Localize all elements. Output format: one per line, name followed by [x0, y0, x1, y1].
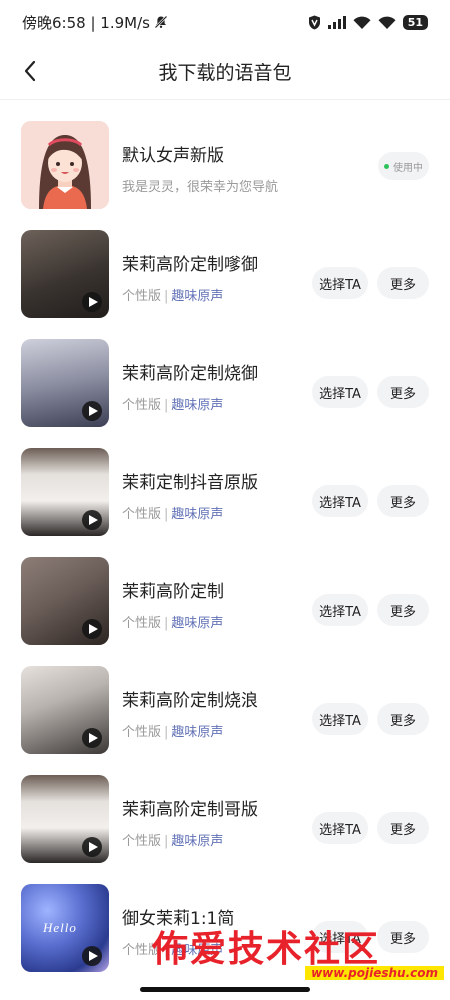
voice-meta: 个性版 | 趣味原声 — [122, 394, 223, 413]
more-button[interactable]: 更多 — [377, 267, 429, 299]
separator: | — [164, 398, 169, 413]
play-icon[interactable] — [82, 619, 102, 639]
select-voice-button[interactable]: 选择TA — [312, 812, 368, 844]
play-icon[interactable] — [82, 401, 102, 421]
in-use-badge: 使用中 — [378, 152, 429, 180]
voice-tag-link[interactable]: 趣味原声 — [171, 507, 223, 522]
select-voice-button[interactable]: 选择TA — [312, 594, 368, 626]
voice-meta: 个性版 | 趣味原声 — [122, 285, 223, 304]
more-button[interactable]: 更多 — [377, 812, 429, 844]
page-title: 我下载的语音包 — [158, 62, 292, 84]
voice-title: 茉莉高阶定制烧浪 — [122, 691, 258, 711]
voice-meta: 个性版 | 趣味原声 — [122, 612, 223, 631]
voice-thumbnail[interactable]: Hello — [21, 884, 109, 972]
home-indicator[interactable] — [140, 987, 310, 992]
voice-type: 个性版 — [122, 616, 162, 631]
voice-meta: 个性版 | 趣味原声 — [122, 503, 223, 522]
play-icon[interactable] — [82, 946, 102, 966]
play-icon[interactable] — [82, 510, 102, 530]
status-time-speed: 傍晚6:58 | 1.9M/s — [22, 13, 150, 32]
list-item[interactable]: 茉莉高阶定制烧御 个性版 | 趣味原声 选择TA 更多 — [0, 318, 450, 427]
play-icon[interactable] — [82, 837, 102, 857]
voice-title: 茉莉高阶定制 — [122, 582, 224, 602]
more-button[interactable]: 更多 — [377, 485, 429, 517]
watermark-url: www.pojieshu.com — [305, 966, 444, 980]
status-bar: 傍晚6:58 | 1.9M/s 51 — [0, 0, 450, 44]
voice-tag-link[interactable]: 趣味原声 — [171, 616, 223, 631]
select-voice-button[interactable]: 选择TA — [312, 485, 368, 517]
select-voice-button[interactable]: 选择TA — [312, 703, 368, 735]
vpn-icon — [308, 15, 321, 30]
watermark: 佈爱技术社区 www.pojieshu.com — [150, 920, 450, 986]
select-voice-button[interactable]: 选择TA — [312, 267, 368, 299]
voice-tag-link[interactable]: 趣味原声 — [171, 834, 223, 849]
list-item-default-voice[interactable]: 默认女声新版 我是灵灵，很荣幸为您导航 使用中 — [0, 100, 450, 209]
battery-icon: 51 — [402, 14, 428, 30]
mute-bell-icon — [154, 15, 168, 29]
list-item[interactable]: 茉莉高阶定制哥版 个性版 | 趣味原声 选择TA 更多 — [0, 754, 450, 863]
back-arrow-icon[interactable] — [16, 56, 44, 86]
list-item[interactable]: 茉莉高阶定制 个性版 | 趣味原声 选择TA 更多 — [0, 536, 450, 645]
list-item[interactable]: 茉莉高阶定制嗲御 个性版 | 趣味原声 选择TA 更多 — [0, 209, 450, 318]
voice-type: 个性版 — [122, 834, 162, 849]
more-button[interactable]: 更多 — [377, 703, 429, 735]
voice-thumbnail[interactable] — [21, 448, 109, 536]
list-item[interactable]: 茉莉高阶定制烧浪 个性版 | 趣味原声 选择TA 更多 — [0, 645, 450, 754]
more-button[interactable]: 更多 — [377, 594, 429, 626]
select-voice-button[interactable]: 选择TA — [312, 376, 368, 408]
voice-tag-link[interactable]: 趣味原声 — [171, 398, 223, 413]
list-item[interactable]: 茉莉定制抖音原版 个性版 | 趣味原声 选择TA 更多 — [0, 427, 450, 536]
wifi-icon — [353, 16, 371, 29]
voice-meta: 个性版 | 趣味原声 — [122, 830, 223, 849]
signal-icon — [327, 15, 346, 29]
voice-thumbnail[interactable] — [21, 666, 109, 754]
separator: | — [164, 725, 169, 740]
voice-thumbnail[interactable] — [21, 339, 109, 427]
voice-title: 茉莉高阶定制嗲御 — [122, 255, 258, 275]
voice-title: 茉莉定制抖音原版 — [122, 473, 258, 493]
voice-tag-link[interactable]: 趣味原声 — [171, 725, 223, 740]
in-use-label: 使用中 — [393, 162, 423, 174]
play-icon[interactable] — [82, 728, 102, 748]
voice-type: 个性版 — [122, 507, 162, 522]
voice-meta: 个性版 | 趣味原声 — [122, 721, 223, 740]
watermark-text: 佈爱技术社区 — [152, 929, 381, 969]
separator: | — [164, 507, 169, 522]
voice-tag-link[interactable]: 趣味原声 — [171, 289, 223, 304]
voice-title: 茉莉高阶定制烧御 — [122, 364, 258, 384]
voice-type: 个性版 — [122, 289, 162, 304]
voice-title: 茉莉高阶定制哥版 — [122, 800, 258, 820]
thumbnail-text: Hello — [43, 920, 77, 935]
wifi-icon — [378, 16, 396, 29]
voice-thumbnail[interactable] — [21, 775, 109, 863]
play-icon[interactable] — [82, 292, 102, 312]
status-dot-icon — [384, 163, 389, 169]
voice-type: 个性版 — [122, 725, 162, 740]
voice-type: 个性版 — [122, 398, 162, 413]
voice-subtitle: 我是灵灵，很荣幸为您导航 — [122, 180, 279, 195]
separator: | — [164, 834, 169, 849]
separator: | — [164, 289, 169, 304]
voice-title: 默认女声新版 — [122, 146, 224, 166]
separator: | — [164, 616, 169, 631]
page-header: 我下载的语音包 — [0, 44, 450, 100]
more-button[interactable]: 更多 — [377, 376, 429, 408]
voice-avatar — [21, 121, 109, 209]
voice-thumbnail[interactable] — [21, 557, 109, 645]
voice-thumbnail[interactable] — [21, 230, 109, 318]
